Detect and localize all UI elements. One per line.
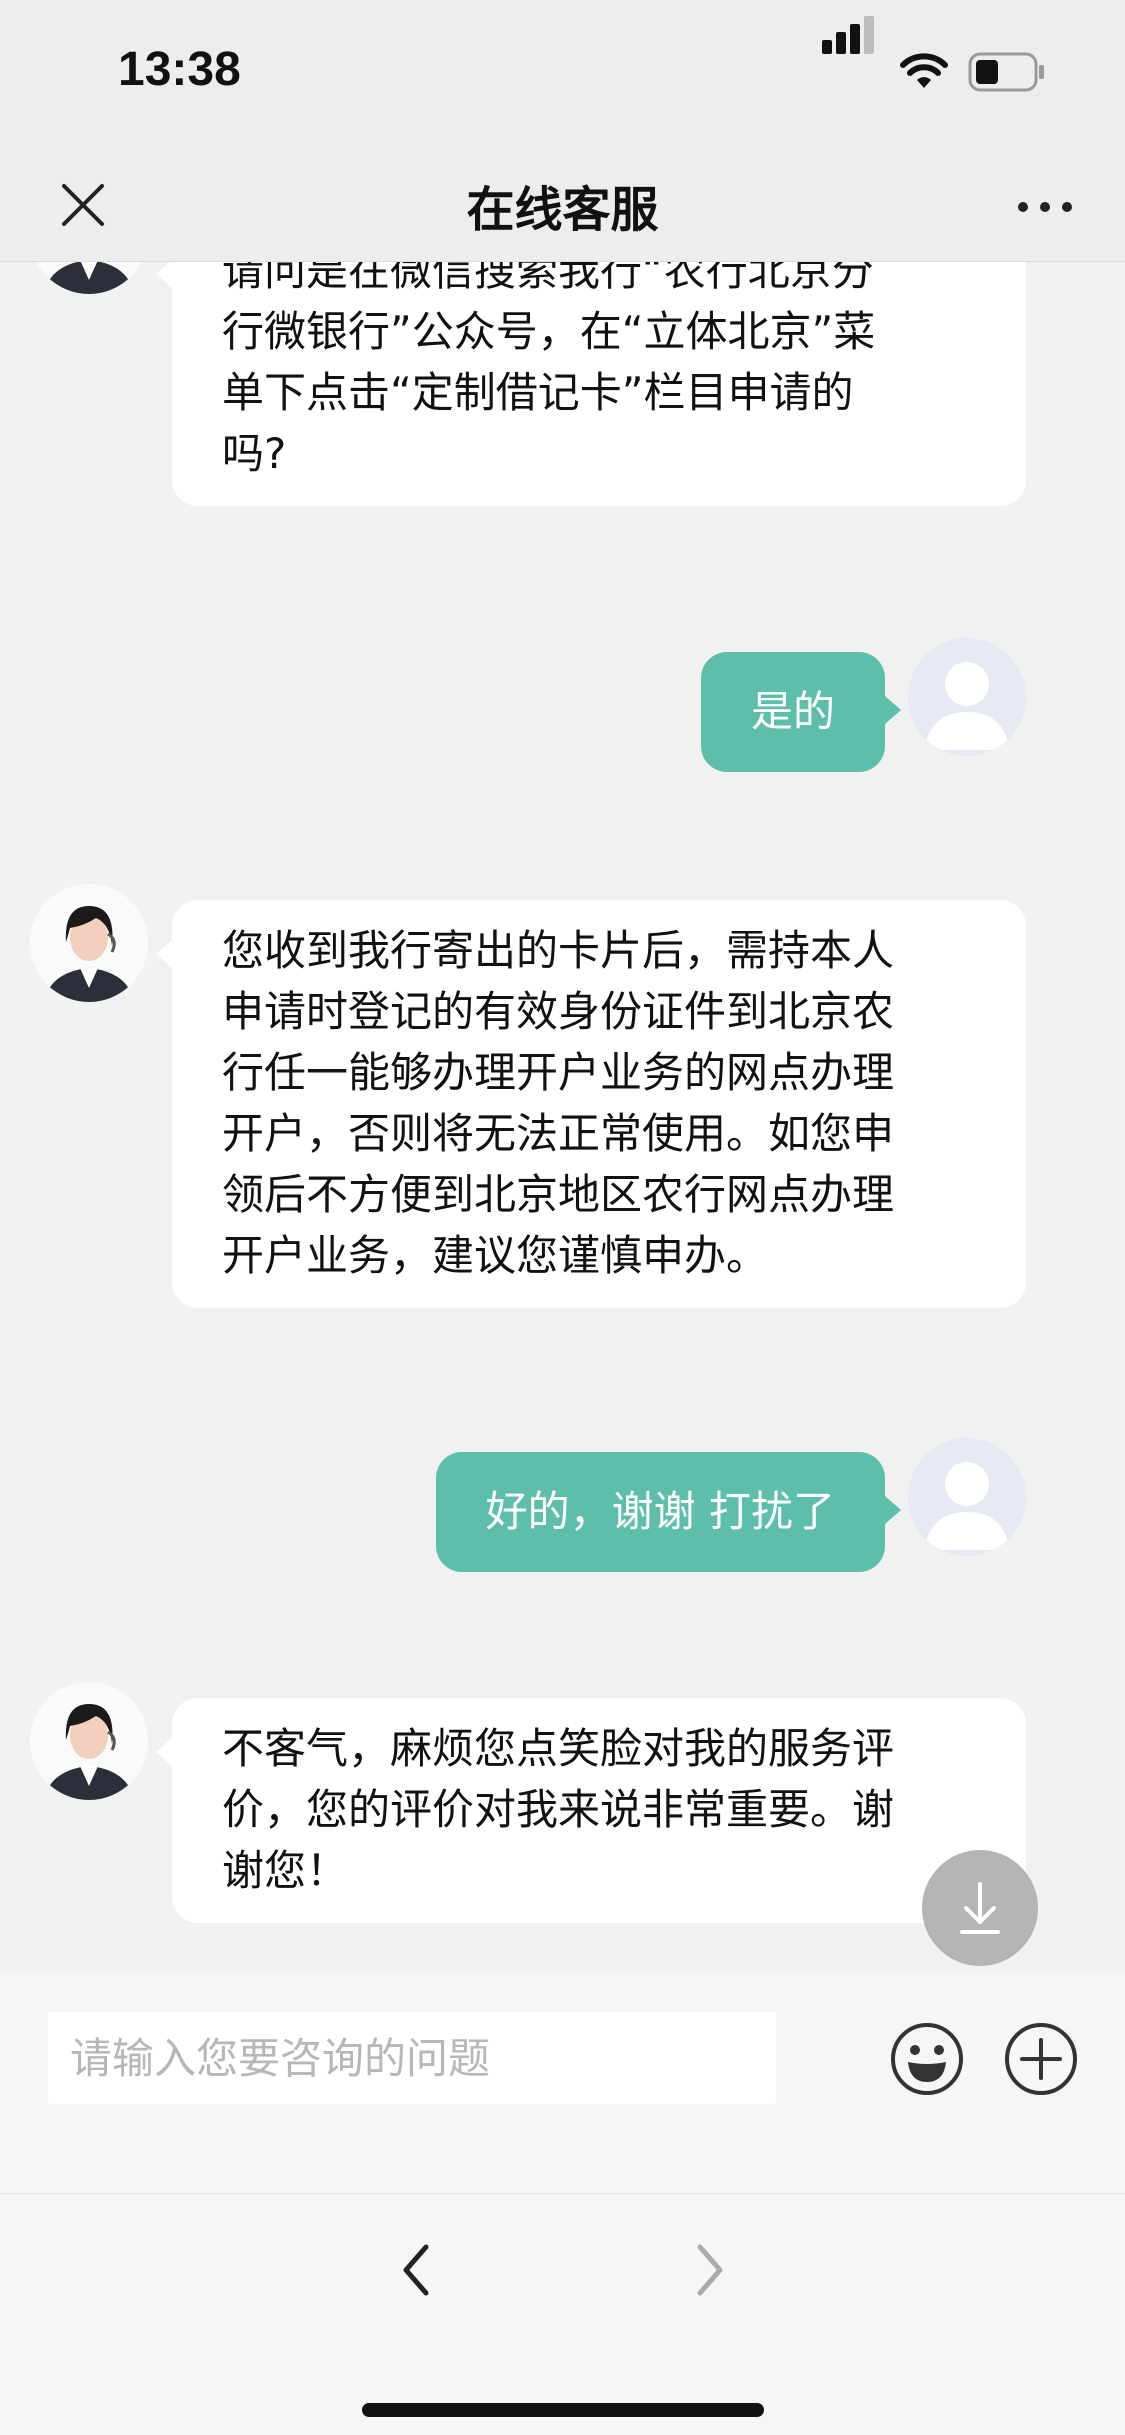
scroll-to-bottom-button[interactable] (922, 1850, 1038, 1966)
message-line: 您收到我行寄出的卡片后，需持本人 (222, 926, 895, 975)
agent-message: 不客气，麻烦您点笑脸对我的服务评 价，您的评价对我来说非常重要。谢 谢您！ (156, 1698, 1026, 1923)
home-indicator (362, 2403, 764, 2417)
message-line: 谢您！ (222, 1846, 349, 1895)
user-avatar[interactable] (908, 1438, 1026, 1556)
message-line: 单下点击“定制借记卡”栏目申请的 (222, 368, 854, 417)
message-line: 领后不方便到北京地区农行网点办理 (222, 1170, 895, 1219)
agent-message: 您收到我行寄出的卡片后，需持本人 申请时登记的有效身份证件到北京农 行任一能够办… (156, 900, 1026, 1308)
wifi-icon (900, 53, 948, 88)
message-line: 申请时登记的有效身份证件到北京农 (222, 987, 895, 1036)
battery-icon (968, 52, 1044, 92)
forward-arrow-icon[interactable] (684, 2235, 734, 2305)
emoji-icon[interactable] (888, 2020, 966, 2098)
agent-avatar[interactable] (30, 262, 148, 294)
user-message: 是的 (700, 652, 902, 772)
message-line: 价，您的评价对我来说非常重要。谢 (222, 1785, 895, 1834)
agent-avatar[interactable] (30, 1682, 148, 1800)
page-title: 在线客服 (466, 182, 659, 238)
status-bar: 13:38 (0, 0, 1125, 150)
message-line: 吗? (222, 429, 287, 478)
question-input[interactable] (48, 2012, 776, 2104)
chat-area[interactable]: 请问是在微信搜索我行“农行北京分 行微银行”公众号，在“立体北京”菜 单下点击“… (0, 262, 1125, 1972)
status-time: 13:38 (118, 43, 241, 96)
message-line: 不客气，麻烦您点笑脸对我的服务评 (222, 1724, 895, 1773)
back-arrow-icon[interactable] (392, 2235, 442, 2305)
message-line: 行微银行”公众号，在“立体北京”菜 (222, 307, 876, 356)
plus-icon[interactable] (1002, 2020, 1080, 2098)
nav-bar: 在线客服 (0, 150, 1125, 262)
agent-avatar[interactable] (30, 884, 148, 1002)
message-line: 开户，否则将无法正常使用。如您申 (222, 1109, 895, 1158)
user-message: 好的，谢谢 打扰了 (435, 1452, 902, 1572)
message-line: 行任一能够办理开户业务的网点办理 (222, 1048, 895, 1097)
more-icon[interactable] (1010, 172, 1080, 238)
arrow-down-icon (960, 1882, 1000, 1934)
agent-message: 请问是在微信搜索我行“农行北京分 行微银行”公众号，在“立体北京”菜 单下点击“… (156, 262, 1026, 506)
message-line: 请问是在微信搜索我行“农行北京分 (222, 262, 874, 295)
input-bar (0, 1972, 1125, 2194)
browser-toolbar (0, 2195, 1125, 2435)
message-line: 开户业务，建议您谨慎申办。 (222, 1231, 769, 1280)
user-avatar[interactable] (908, 638, 1026, 756)
